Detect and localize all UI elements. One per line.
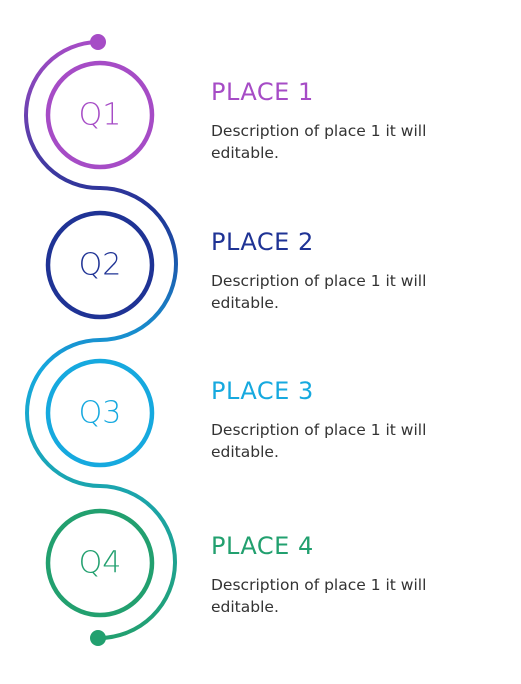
step-place-1: PLACE 1 Description of place 1 it will e… <box>211 78 511 164</box>
step-description: Description of place 1 it will editable. <box>211 272 427 312</box>
step-circle-label: Q2 <box>79 248 122 283</box>
end-dot <box>90 630 106 646</box>
step-place-2: PLACE 2 Description of place 1 it will e… <box>211 228 511 314</box>
step-place-3: PLACE 3 Description of place 1 it will e… <box>211 377 511 463</box>
step-circle-label: Q4 <box>79 546 122 581</box>
step-title: PLACE 2 <box>211 228 314 256</box>
start-dot <box>90 34 106 50</box>
step-description: Description of place 1 it will editable. <box>211 421 427 461</box>
step-title: PLACE 3 <box>211 377 314 405</box>
step-title: PLACE 4 <box>211 532 314 560</box>
step-title: PLACE 1 <box>211 78 314 106</box>
step-description: Description of place 1 it will editable. <box>211 122 427 162</box>
step-description: Description of place 1 it will editable. <box>211 576 427 616</box>
step-circle-label: Q1 <box>79 98 122 133</box>
step-place-4: PLACE 4 Description of place 1 it will e… <box>211 532 511 618</box>
step-circle-label: Q3 <box>79 396 122 431</box>
